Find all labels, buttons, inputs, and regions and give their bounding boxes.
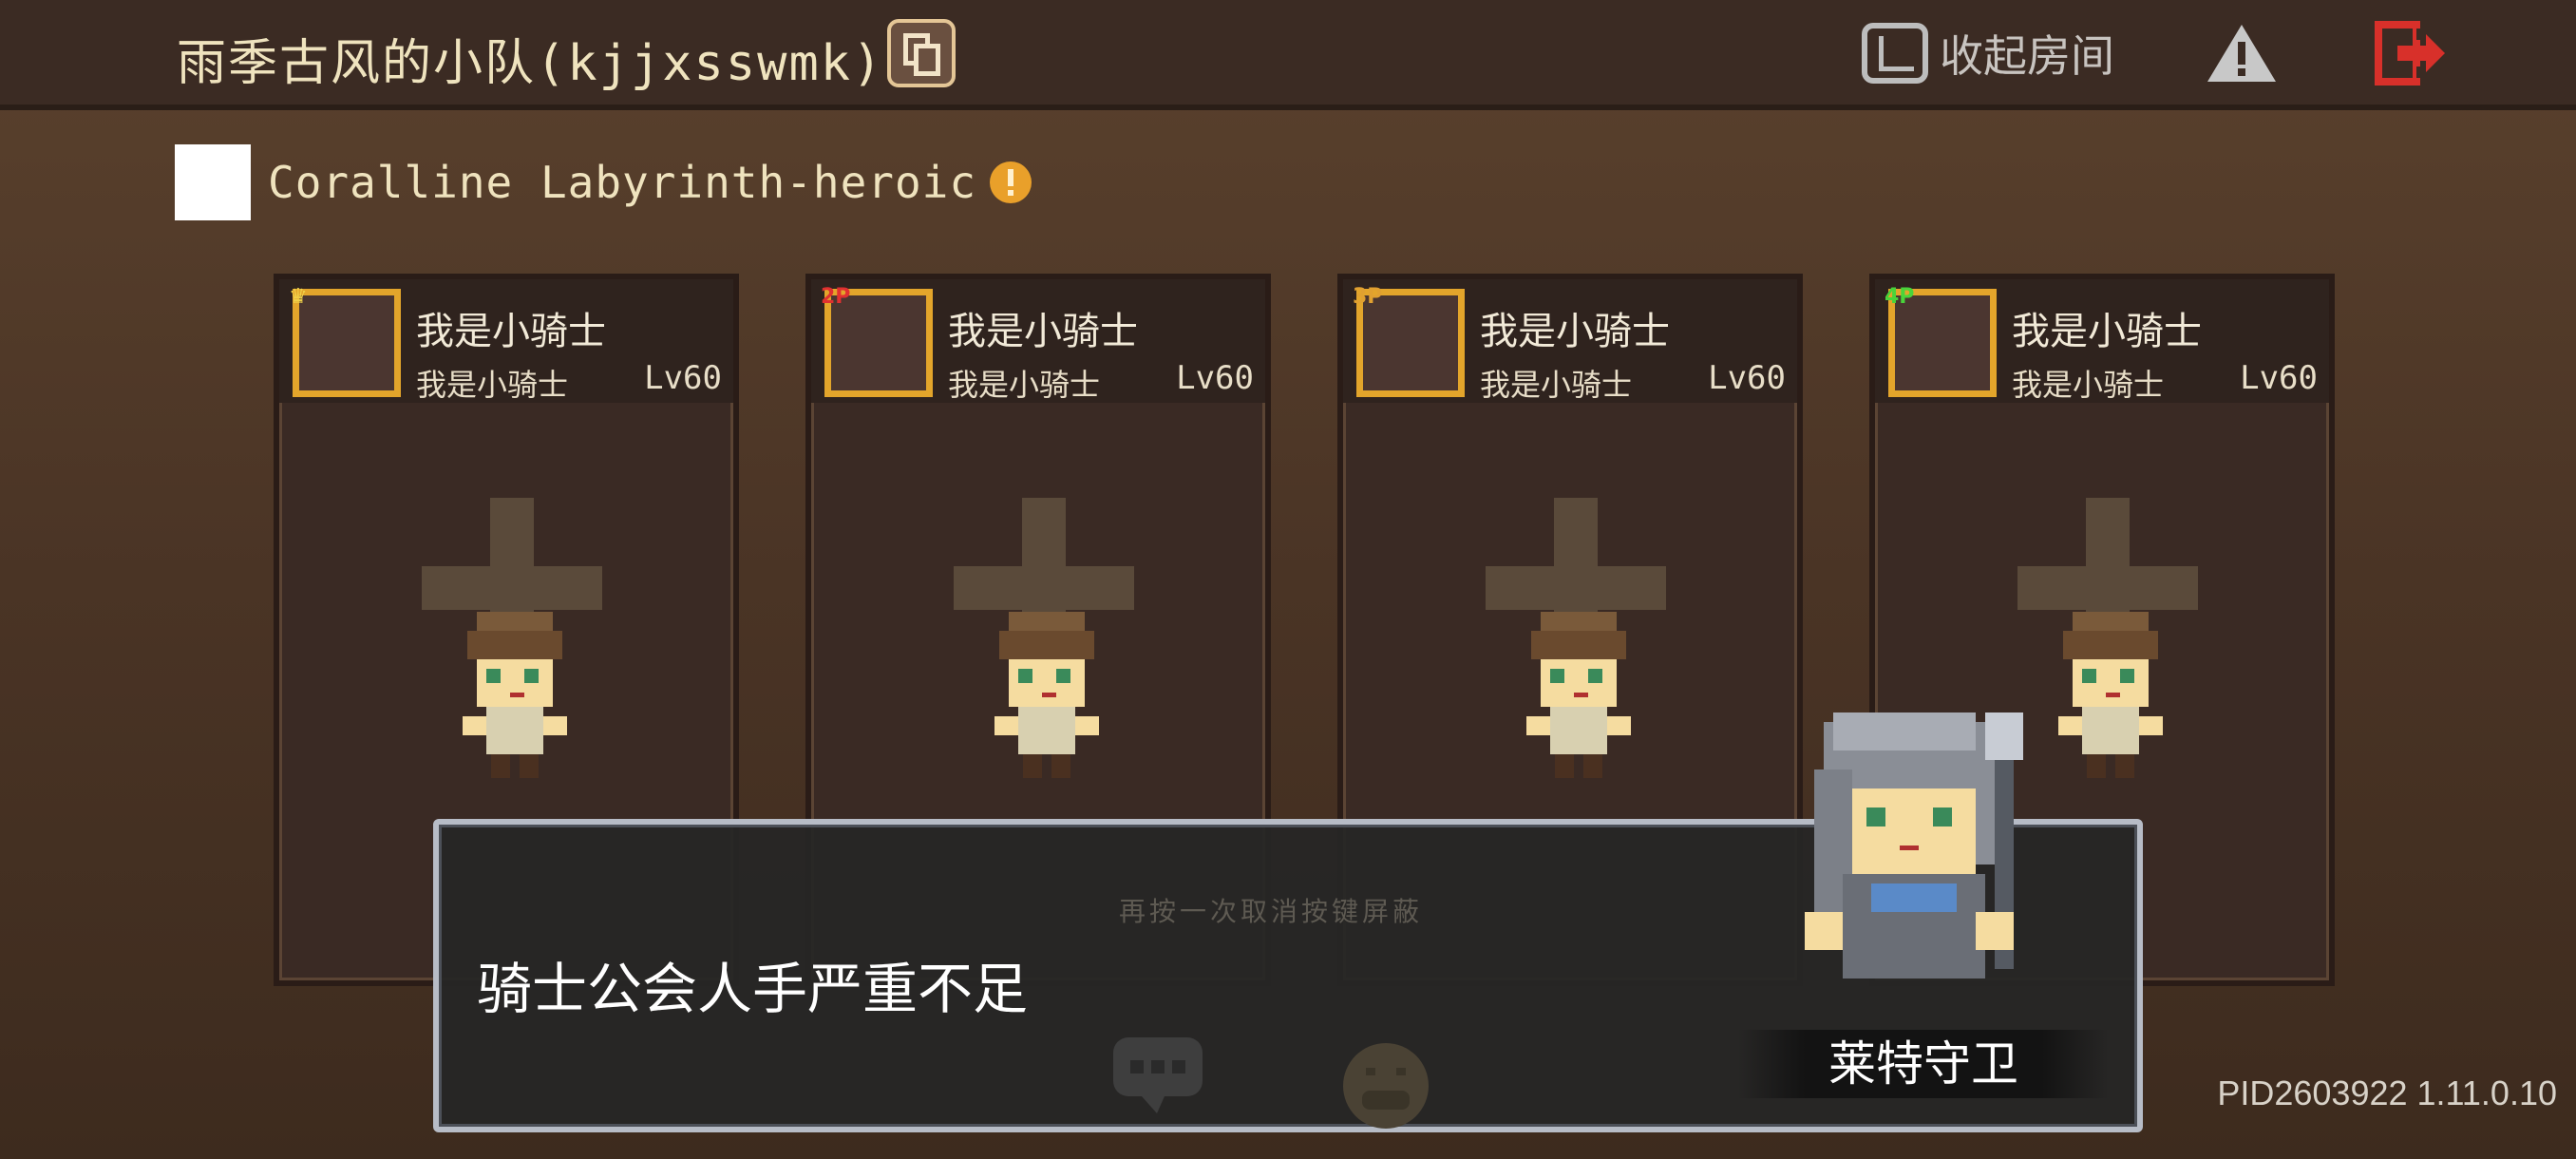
dungeon-name: Coralline Labyrinth-heroic — [268, 157, 977, 208]
player-name: 我是小骑士 — [1480, 310, 1670, 353]
room-title: 雨季古风的小队(kjjxsswmk) — [177, 35, 884, 92]
player-4-badge-icon: 4P — [1885, 285, 1915, 309]
player-subtitle: 我是小骑士 — [416, 367, 569, 403]
player-subtitle: 我是小骑士 — [948, 367, 1101, 403]
knight-character-sprite — [463, 612, 567, 778]
guard-npc-sprite — [1805, 712, 2023, 978]
version-label: PID2603922 1.11.0.10 — [2217, 1074, 2557, 1112]
dialog-hint: 再按一次取消按键屏蔽 — [1119, 896, 1424, 927]
crown-icon: ♛ — [289, 285, 308, 309]
player-name: 我是小骑士 — [416, 310, 606, 353]
player-level: Lv60 — [2240, 359, 2318, 397]
dialog-text: 骑士公会人手严重不足 — [477, 957, 1029, 1021]
npc-name-label: 莱特守卫 — [1738, 1030, 2109, 1098]
slot-header: 4P 我是小骑士 我是小骑士 Lv60 — [1875, 279, 2329, 403]
player-3-badge-icon: 3P — [1353, 285, 1383, 309]
player-name: 我是小骑士 — [948, 310, 1138, 353]
knight-character-sprite — [994, 612, 1099, 778]
slot-header: 3P 我是小骑士 我是小骑士 Lv60 — [1343, 279, 1797, 403]
player-subtitle: 我是小骑士 — [1480, 367, 1633, 403]
chat-bubble-icon[interactable] — [1109, 1034, 1206, 1115]
player-subtitle: 我是小骑士 — [2012, 367, 2165, 403]
player-level: Lv60 — [1708, 359, 1786, 397]
exit-room-button[interactable] — [2375, 21, 2447, 86]
collapse-icon — [1862, 23, 1928, 84]
exclamation-icon[interactable] — [990, 162, 1032, 203]
dungeon-thumbnail — [175, 144, 251, 220]
dungeon-selector[interactable]: Coralline Labyrinth-heroic — [175, 144, 1032, 220]
top-bar: 雨季古风的小队(kjjxsswmk) 收起房间 — [0, 0, 2576, 110]
exit-door-icon — [2375, 21, 2445, 86]
report-button[interactable] — [2204, 21, 2280, 86]
player-level: Lv60 — [644, 359, 722, 397]
emoji-icon[interactable] — [1339, 1039, 1432, 1132]
player-level: Lv60 — [1176, 359, 1254, 397]
collapse-room-button[interactable]: 收起房间 — [1862, 21, 2114, 86]
warning-icon — [2207, 25, 2276, 82]
collapse-room-label: 收起房间 — [1940, 30, 2114, 82]
copy-room-button[interactable] — [887, 19, 956, 87]
player-name: 我是小骑士 — [2012, 310, 2202, 353]
player-portrait — [293, 289, 401, 397]
slot-header: ♛ 我是小骑士 我是小骑士 Lv60 — [279, 279, 733, 403]
knight-character-sprite — [1526, 612, 1631, 778]
player-2-badge-icon: 2P — [821, 285, 851, 309]
slot-header: 2P 我是小骑士 我是小骑士 Lv60 — [811, 279, 1265, 403]
